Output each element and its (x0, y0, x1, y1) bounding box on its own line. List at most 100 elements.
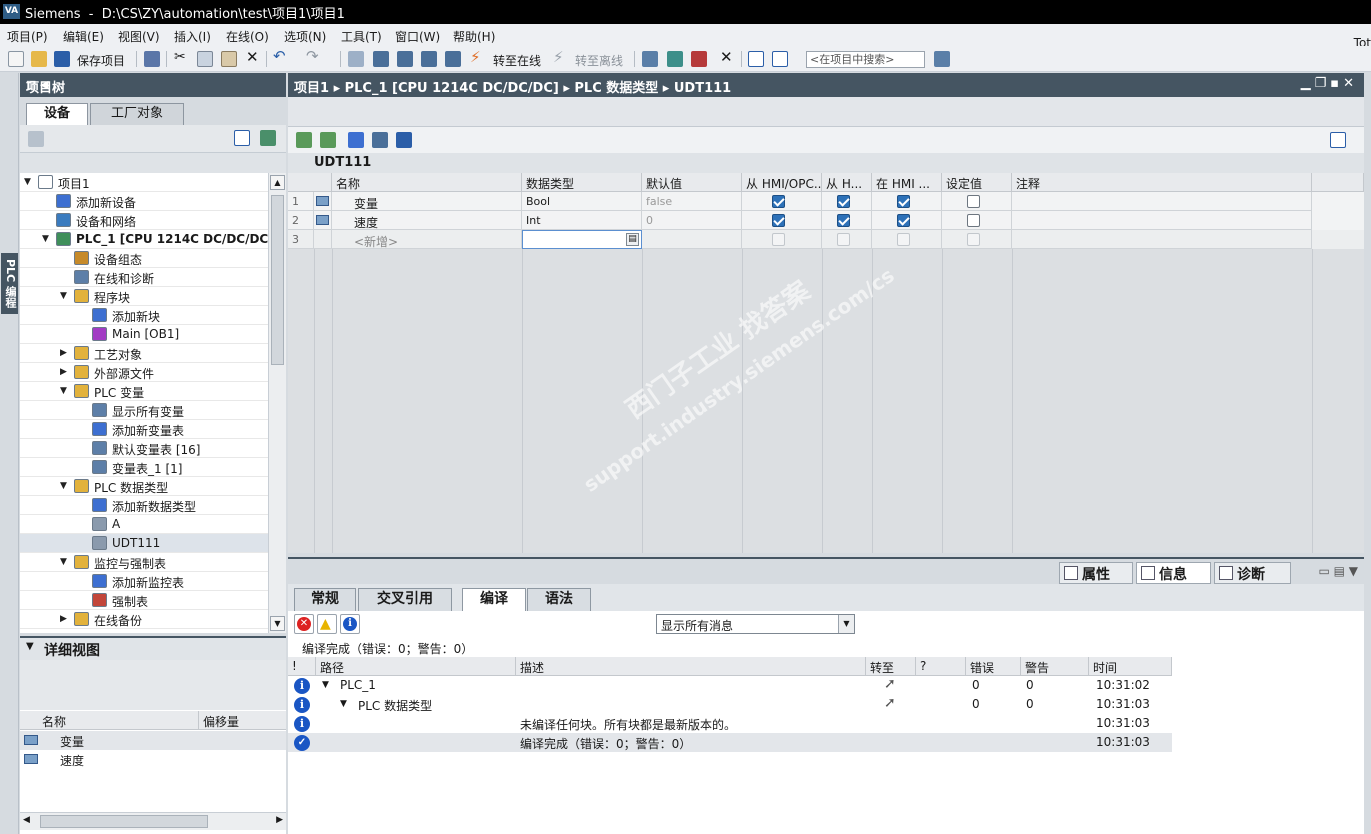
tree-item[interactable]: A (20, 515, 268, 534)
tree-item[interactable]: 设备组态 (20, 249, 268, 268)
open-project-icon[interactable] (31, 51, 47, 67)
devices-view-icon[interactable] (28, 131, 44, 147)
collapsed-arrow-icon[interactable]: ▶ (60, 348, 67, 358)
split-vertical-icon[interactable] (772, 51, 788, 67)
menu-view[interactable]: 视图(V) (118, 28, 160, 45)
close-icon[interactable]: ✕ (720, 48, 733, 66)
accessible-checkbox[interactable] (967, 233, 980, 246)
tree-item[interactable]: ▼ 项目1 (20, 173, 268, 192)
accessible-checkbox[interactable] (967, 214, 980, 227)
tab-info[interactable]: 信息 (1136, 562, 1211, 584)
list-icon[interactable] (396, 132, 412, 148)
go-offline-button[interactable]: 转至离线 (575, 52, 623, 69)
tree-item[interactable]: 添加新监控表 (20, 572, 268, 591)
message-column-header[interactable]: 转至 (866, 657, 916, 676)
message-column-header[interactable]: ? (916, 657, 966, 676)
delete-icon[interactable]: ✕ (246, 48, 259, 66)
window-controls-icon[interactable]: ▁❐▪✕ (1301, 76, 1358, 91)
message-column-header[interactable]: 时间 (1089, 657, 1172, 676)
tree-item[interactable]: ▶ 工艺对象 (20, 344, 268, 363)
copy-icon[interactable] (197, 51, 213, 67)
collapse-icon[interactable] (372, 132, 388, 148)
column-header[interactable]: 名称 (332, 173, 522, 192)
message-column-header[interactable]: 错误 (966, 657, 1021, 676)
project-tree-scrollbar[interactable]: ▲ ▼ (268, 173, 286, 633)
expanded-arrow-icon[interactable]: ▼ (60, 291, 67, 301)
menu-window[interactable]: 窗口(W) (395, 28, 440, 45)
split-horizontal-icon[interactable] (748, 51, 764, 67)
expanded-arrow-icon[interactable]: ▼ (322, 680, 329, 690)
subtab-general[interactable]: 常规 (294, 588, 356, 611)
subtab-compile[interactable]: 编译 (462, 588, 526, 611)
go-offline-icon[interactable]: ⚡ (553, 48, 564, 66)
menu-project[interactable]: 项目(P) (7, 28, 48, 45)
tree-item[interactable]: ▼ 程序块 (20, 287, 268, 306)
expanded-arrow-icon[interactable]: ▼ (60, 481, 67, 491)
start-cpu-icon[interactable] (667, 51, 683, 67)
member-comment[interactable] (1012, 192, 1312, 211)
menu-insert[interactable]: 插入(I) (174, 28, 211, 45)
member-comment[interactable] (1012, 211, 1312, 230)
accessible-checkbox[interactable] (772, 214, 785, 227)
scroll-down-icon[interactable]: ▼ (270, 616, 285, 631)
table-row[interactable]: 2 速度 Int 0 (288, 211, 1364, 230)
message-row[interactable]: i 未编译任何块。所有块都是最新版本的。 10:31:03 (288, 714, 1172, 733)
save-icon[interactable] (54, 51, 70, 67)
insert-row-icon[interactable] (296, 132, 312, 148)
column-header[interactable]: 注释 (1012, 173, 1312, 192)
expand-icon[interactable] (348, 132, 364, 148)
menu-options[interactable]: 选项(N) (284, 28, 326, 45)
datatype-dropdown-icon[interactable]: ▤ (626, 233, 639, 246)
error-filter-button[interactable]: ✕ (294, 614, 314, 634)
paste-icon[interactable] (221, 51, 237, 67)
tree-item[interactable]: Main [OB1] (20, 325, 268, 344)
accessible-checkbox[interactable] (772, 195, 785, 208)
table-row[interactable]: 3 <新增> ▤ (288, 230, 1364, 249)
go-online-button[interactable]: 转至在线 (493, 52, 541, 69)
stop-cpu-icon[interactable] (691, 51, 707, 67)
member-default-value[interactable]: false (642, 192, 742, 211)
column-header[interactable]: 数据类型 (522, 173, 642, 192)
member-name[interactable]: 速度 (332, 211, 522, 230)
tab-diagnostics[interactable]: 诊断 (1214, 562, 1291, 584)
tree-item[interactable]: 在线和诊断 (20, 268, 268, 287)
tree-item[interactable]: 添加新数据类型 (20, 496, 268, 515)
message-filter-select[interactable]: 显示所有消息 ▼ (656, 614, 855, 634)
column-header[interactable]: 默认值 (642, 173, 742, 192)
project-search-input[interactable]: <在项目中搜索> (806, 51, 925, 68)
undo-icon[interactable]: ↶ (273, 47, 286, 65)
overview-icon[interactable] (234, 130, 250, 146)
member-datatype[interactable]: Bool (522, 192, 642, 211)
redo-icon[interactable]: ↷ (306, 47, 319, 65)
cut-icon[interactable]: ✂ (174, 49, 186, 65)
member-name[interactable]: <新增> (332, 230, 522, 249)
search-go-icon[interactable] (934, 51, 950, 67)
inspector-window-controls-icon[interactable]: ▭ ▤ ▼ (1318, 564, 1358, 578)
goto-arrow-icon[interactable]: ➚ (884, 695, 896, 711)
plc-programming-tab[interactable]: PLC 编程 (1, 253, 18, 314)
column-header[interactable]: 在 HMI ... (872, 173, 942, 192)
accessible-checkbox[interactable] (837, 214, 850, 227)
column-header[interactable] (288, 173, 332, 192)
member-datatype[interactable]: ▤ (522, 230, 642, 249)
expanded-arrow-icon[interactable]: ▼ (42, 234, 49, 244)
message-column-header[interactable]: 描述 (516, 657, 866, 676)
tree-item[interactable]: 强制表 (20, 591, 268, 610)
add-row-icon[interactable] (320, 132, 336, 148)
expanded-arrow-icon[interactable]: ▼ (340, 699, 347, 709)
download-icon[interactable] (397, 51, 413, 67)
tree-item[interactable]: ▼ 监控与强制表 (20, 553, 268, 572)
column-header[interactable]: 从 HMI/OPC... (742, 173, 822, 192)
detail-hscrollbar[interactable]: ◀ ▶ (20, 812, 286, 830)
message-column-header[interactable]: 路径 (316, 657, 516, 676)
goto-arrow-icon[interactable]: ➚ (884, 676, 896, 692)
expanded-arrow-icon[interactable]: ▼ (60, 386, 67, 396)
tree-item[interactable]: ▶ 在线备份 (20, 610, 268, 629)
tab-devices[interactable]: 设备 (26, 103, 88, 125)
accessible-checkbox[interactable] (772, 233, 785, 246)
subtab-syntax[interactable]: 语法 (527, 588, 591, 611)
save-project-button[interactable]: 保存项目 (77, 52, 125, 69)
print-icon[interactable] (144, 51, 160, 67)
tree-item[interactable]: 添加新块 (20, 306, 268, 325)
tree-item[interactable]: 设备和网络 (20, 211, 268, 230)
